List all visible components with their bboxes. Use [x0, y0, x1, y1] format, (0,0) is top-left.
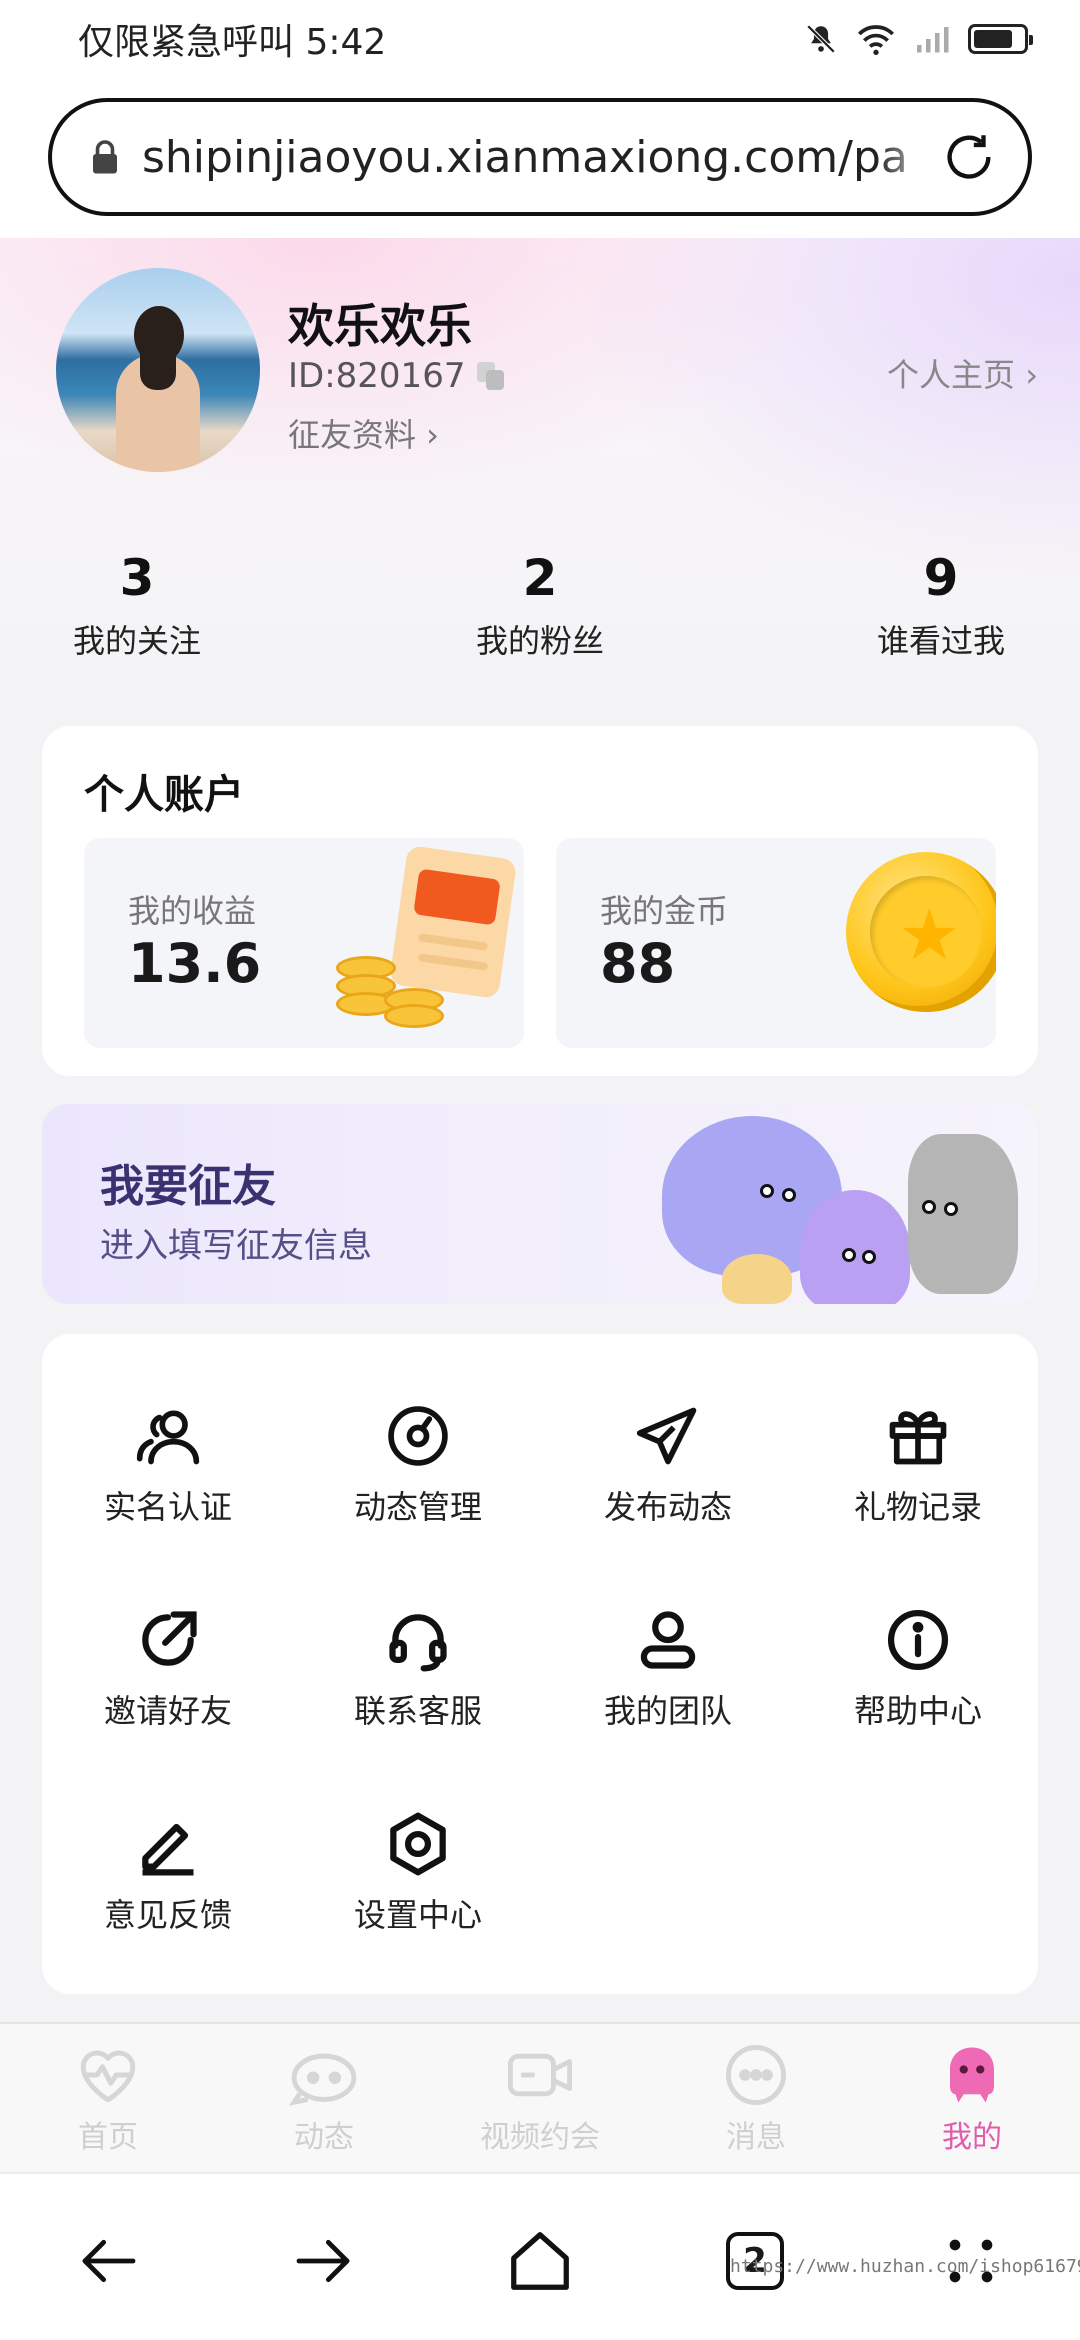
stat-label: 我的粉丝	[475, 622, 604, 660]
stat-fans[interactable]: 2 我的粉丝	[420, 548, 660, 662]
wifi-icon	[858, 25, 894, 55]
battery-icon	[968, 24, 1033, 54]
menu-item-verify[interactable]: 实名认证	[68, 1402, 268, 1542]
share-icon	[142, 1611, 197, 1666]
tab-home[interactable]: 首页	[18, 2042, 198, 2156]
find-friends-banner[interactable]: 我要征友 进入填写征友信息	[42, 1104, 1038, 1304]
menu-item-support[interactable]: 联系客服	[318, 1606, 518, 1746]
menu-label: 发布动态	[603, 1488, 732, 1526]
tab-video-date[interactable]: 视频约会	[450, 2042, 630, 2156]
profile-info-link[interactable]: 征友资料 ›	[288, 410, 439, 456]
stat-label: 谁看过我	[876, 622, 1005, 660]
star-coin-icon: ★	[846, 852, 996, 1012]
send-icon	[636, 1407, 697, 1465]
menu-item-invite[interactable]: 邀请好友	[68, 1606, 268, 1746]
menu-label: 帮助中心	[853, 1692, 982, 1730]
clock: 5:42	[305, 22, 387, 63]
settings-icon	[390, 1812, 446, 1876]
menu-item-publish[interactable]: 发布动态	[568, 1402, 768, 1542]
coins-value: 88	[600, 932, 676, 995]
user-id: ID:820167	[288, 356, 505, 396]
stat-visitors[interactable]: 9 谁看过我	[821, 548, 1061, 662]
user-id-text: ID:820167	[288, 356, 466, 396]
bottom-tab-bar: 首页 动态 视频约会 消息 我的	[0, 2022, 1080, 2172]
signal-icon	[917, 27, 949, 53]
nickname: 欢乐欢乐	[288, 299, 472, 353]
chat-cloud-icon	[288, 2053, 357, 2106]
copy-icon[interactable]	[477, 362, 505, 390]
banner-subtitle: 进入填写征友信息	[100, 1226, 372, 1266]
tab-mine[interactable]: 我的	[882, 2042, 1062, 2156]
back-button[interactable]	[64, 2216, 154, 2306]
home-button[interactable]	[495, 2216, 585, 2306]
video-icon	[507, 2053, 573, 2097]
earnings-value: 13.6	[128, 932, 262, 995]
reload-icon[interactable]	[940, 128, 998, 186]
avatar[interactable]	[56, 268, 260, 472]
stats-row: 3 我的关注 2 我的粉丝 9 谁看过我	[0, 548, 1080, 668]
browser-address-area: shipinjiaoyou.xianmaxiong.com/pa	[0, 78, 1080, 238]
stat-following[interactable]: 3 我的关注	[17, 548, 257, 662]
menu-item-team[interactable]: 我的团队	[568, 1606, 768, 1746]
menu-item-post-management[interactable]: 动态管理	[318, 1402, 518, 1542]
heartbeat-icon	[80, 2050, 136, 2103]
coins-tile[interactable]: 我的金币 88 ★	[556, 838, 996, 1048]
menu-label: 意见反馈	[103, 1896, 232, 1934]
earnings-document-icon	[374, 845, 518, 1002]
menu-label: 动态管理	[353, 1488, 482, 1526]
forward-button[interactable]	[278, 2216, 368, 2306]
feature-menu: 实名认证 动态管理 发布动态 礼物记录 邀请好友 联系客服 我的团队 帮助中心 …	[42, 1334, 1038, 1994]
earnings-label: 我的收益	[128, 892, 257, 930]
banner-title: 我要征友	[100, 1161, 276, 1212]
homepage-link[interactable]: 个人主页 ›	[887, 350, 1038, 396]
menu-label: 实名认证	[103, 1488, 232, 1526]
mascot-icon	[950, 2047, 994, 2103]
status-icons	[804, 22, 1033, 56]
tab-label: 视频约会	[480, 2120, 600, 2155]
menu-label: 设置中心	[353, 1896, 482, 1934]
account-title: 个人账户	[84, 772, 244, 818]
status-bar: 仅限紧急呼叫 5:42	[0, 0, 1080, 78]
arrow-right-icon	[296, 2239, 350, 2283]
tab-label: 消息	[726, 2120, 786, 2155]
menu-item-gifts[interactable]: 礼物记录	[818, 1402, 1018, 1542]
status-left: 仅限紧急呼叫 5:42	[78, 13, 386, 65]
menu-label: 我的团队	[603, 1692, 732, 1730]
menu-label: 邀请好友	[103, 1692, 232, 1730]
earnings-tile[interactable]: 我的收益 13.6	[84, 838, 524, 1048]
watermark: https://www.huzhan.com/ishop61679	[730, 2256, 1080, 2277]
stat-value: 9	[923, 549, 959, 607]
home-icon	[511, 2232, 569, 2290]
info-icon	[887, 1609, 949, 1671]
menu-item-settings[interactable]: 设置中心	[318, 1810, 518, 1950]
menu-label: 联系客服	[353, 1692, 482, 1730]
address-bar[interactable]: shipinjiaoyou.xianmaxiong.com/pa	[48, 98, 1032, 216]
edit-icon	[142, 1823, 194, 1876]
message-icon	[726, 2045, 786, 2105]
tab-label: 首页	[78, 2120, 138, 2155]
stat-label: 我的关注	[72, 622, 201, 660]
menu-item-help[interactable]: 帮助中心	[818, 1606, 1018, 1746]
stat-value: 3	[119, 549, 155, 607]
headset-icon	[389, 1614, 447, 1672]
menu-label: 礼物记录	[853, 1488, 982, 1526]
menu-item-feedback[interactable]: 意见反馈	[68, 1810, 268, 1950]
mute-bell-icon	[806, 24, 836, 54]
verify-icon	[136, 1410, 200, 1465]
tab-label: 动态	[294, 2120, 354, 2155]
lock-icon[interactable]	[90, 139, 120, 175]
account-card: 个人账户 我的收益 13.6 我的金币 88 ★	[42, 726, 1038, 1076]
url-text[interactable]: shipinjiaoyou.xianmaxiong.com/pa	[142, 132, 940, 183]
carrier-text: 仅限紧急呼叫	[78, 22, 295, 63]
dial-icon	[388, 1406, 448, 1466]
arrow-left-icon	[82, 2239, 136, 2283]
team-icon	[640, 1611, 696, 1669]
tab-messages[interactable]: 消息	[666, 2042, 846, 2156]
coins-label: 我的金币	[600, 892, 729, 930]
gift-icon	[889, 1411, 947, 1465]
tab-label: 我的	[942, 2120, 1002, 2155]
tab-moments[interactable]: 动态	[234, 2042, 414, 2156]
stat-value: 2	[522, 549, 558, 607]
